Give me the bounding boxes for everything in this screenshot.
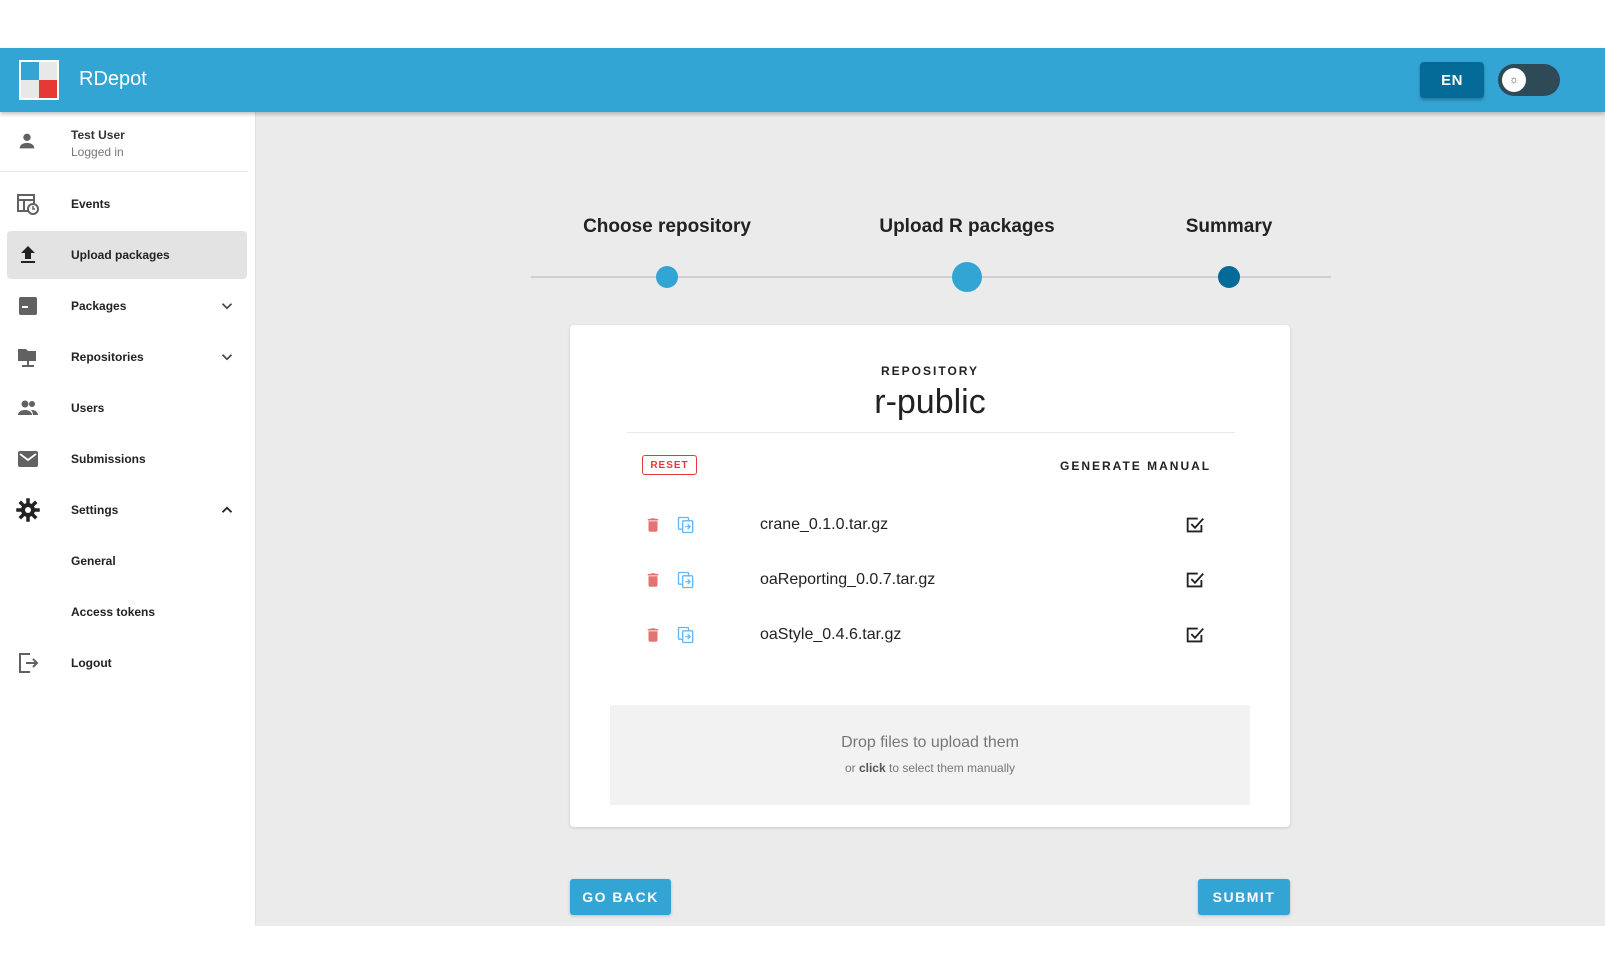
submit-button[interactable]: SUBMIT (1198, 879, 1290, 915)
checkbox-checked-icon[interactable] (1184, 514, 1206, 536)
delete-icon[interactable] (644, 570, 662, 590)
sidebar-item-label: Events (71, 197, 111, 211)
dropzone-sub-suffix: to select them manually (889, 761, 1016, 775)
sidebar-item-events[interactable]: Events (7, 180, 247, 228)
repository-caption: REPOSITORY (880, 364, 980, 378)
user-info: Test User Logged in (0, 112, 248, 172)
sidebar-item-repositories[interactable]: Repositories (7, 333, 247, 381)
sidebar-item-general[interactable]: General (7, 537, 247, 585)
user-status: Logged in (71, 145, 124, 159)
sidebar-item-submissions[interactable]: Submissions (7, 435, 247, 483)
divider (627, 432, 1235, 433)
sidebar-item-label: Submissions (71, 452, 146, 466)
sidebar-item-settings[interactable]: Settings (7, 486, 247, 534)
upload-icon (21, 246, 35, 263)
sidebar-item-label: Upload packages (71, 248, 170, 262)
sidebar-item-label: Repositories (71, 350, 144, 364)
logout-icon (19, 653, 39, 673)
dropzone-main-text: Drop files to upload them (841, 734, 1019, 751)
dropzone-sub-text: or click to select them manually (610, 761, 1250, 775)
sidebar-item-label: Access tokens (71, 605, 156, 619)
upload-stepper: Choose repository Upload R packages Summ… (531, 216, 1331, 292)
step-label-summary: Summary (1185, 216, 1273, 237)
sun-icon: ☼ (1502, 68, 1526, 92)
sidebar-item-label: Packages (71, 299, 127, 313)
sidebar-item-logout[interactable]: Logout (7, 639, 247, 687)
dropzone-click-link[interactable]: click (859, 761, 886, 775)
rdepot-logo (19, 60, 59, 100)
delete-icon[interactable] (644, 515, 662, 535)
sidebar-item-access-tokens[interactable]: Access tokens (7, 588, 247, 636)
step-dot-choose-repository[interactable] (656, 266, 678, 288)
repository-name: r-public (874, 383, 986, 421)
stepper-line (531, 276, 1331, 278)
go-back-button[interactable]: GO BACK (570, 879, 671, 915)
sidebar-item-upload-packages[interactable]: Upload packages (7, 231, 247, 279)
package-name: oaStyle_0.4.6.tar.gz (760, 626, 902, 643)
sidebar-item-packages[interactable]: Packages (7, 282, 247, 330)
package-row: oaReporting_0.0.7.tar.gz (570, 560, 1290, 600)
checkbox-checked-icon[interactable] (1184, 624, 1206, 646)
person-icon (19, 133, 35, 149)
repository-icon (18, 349, 36, 367)
package-name: oaReporting_0.0.7.tar.gz (760, 571, 936, 588)
package-row: oaStyle_0.4.6.tar.gz (570, 615, 1290, 655)
app-title: RDepot (79, 68, 147, 90)
chevron-up-icon[interactable] (218, 501, 236, 519)
sidebar-item-label: General (71, 554, 116, 568)
step-dot-summary[interactable] (1218, 266, 1240, 288)
reset-button[interactable]: RESET (642, 455, 697, 475)
step-dot-upload-packages[interactable] (952, 262, 982, 292)
sidebar-item-label: Logout (71, 656, 112, 670)
gear-icon (16, 498, 40, 522)
step-label-upload-packages: Upload R packages (879, 216, 1055, 237)
package-row: crane_0.1.0.tar.gz (570, 505, 1290, 545)
file-dropzone[interactable]: Drop files to upload them or click to se… (610, 705, 1250, 805)
upload-card: REPOSITORY r-public RESET GENERATE MANUA… (570, 325, 1290, 827)
mail-icon (18, 451, 38, 467)
generate-manual-header: GENERATE MANUAL (1060, 459, 1212, 473)
language-button[interactable]: EN (1420, 62, 1484, 98)
top-bar: RDepot EN ☼ (0, 48, 1605, 112)
package-icon (19, 297, 37, 315)
sidebar-item-label: Settings (71, 503, 119, 517)
step-label-choose-repository: Choose repository (583, 216, 751, 237)
theme-toggle[interactable]: ☼ (1498, 64, 1560, 96)
users-icon (18, 400, 38, 415)
dropzone-sub-prefix: or (844, 761, 856, 775)
app-window: RDepot EN ☼ Test User Logged in Events U… (0, 48, 1605, 926)
user-name: Test User (71, 128, 125, 142)
chevron-down-icon[interactable] (218, 297, 236, 315)
chevron-down-icon[interactable] (218, 348, 236, 366)
copy-icon[interactable] (676, 624, 696, 646)
copy-icon[interactable] (676, 569, 696, 591)
events-icon (17, 194, 39, 215)
sidebar-item-users[interactable]: Users (7, 384, 247, 432)
sidebar: Test User Logged in Events Upload packag… (0, 112, 256, 926)
checkbox-checked-icon[interactable] (1184, 569, 1206, 591)
delete-icon[interactable] (644, 625, 662, 645)
copy-icon[interactable] (676, 514, 696, 536)
sidebar-item-label: Users (71, 401, 105, 415)
package-name: crane_0.1.0.tar.gz (760, 516, 889, 533)
